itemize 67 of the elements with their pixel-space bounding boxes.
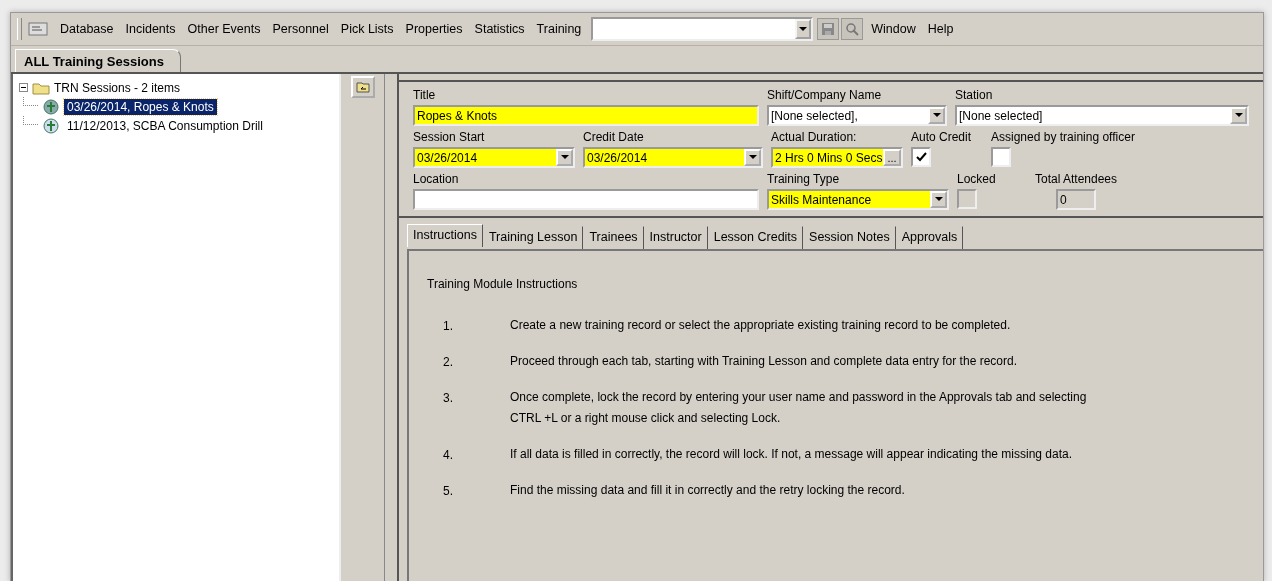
- splitter-bar[interactable]: [384, 74, 399, 581]
- form-icon[interactable]: [28, 22, 48, 36]
- tab[interactable]: Instructions: [407, 224, 483, 247]
- folder-icon: [32, 80, 50, 95]
- menu-item[interactable]: Help: [921, 22, 960, 36]
- step-text: Find the missing data and fill it in correctly and the retry locking the record.: [510, 482, 905, 499]
- field-label: Credit Date: [583, 130, 645, 145]
- field-label: Total Attendees: [1035, 172, 1118, 187]
- step-number: 4.: [443, 448, 455, 464]
- checkbox[interactable]: [911, 147, 931, 167]
- duration-field[interactable]: 2 Hrs 0 Mins 0 Secs ...: [771, 147, 903, 168]
- dropdown-field[interactable]: [None selected]: [955, 105, 1249, 126]
- field-label: Training Type: [767, 172, 841, 187]
- dropdown-arrow-icon: [934, 197, 943, 202]
- count-field: 0: [1056, 189, 1096, 210]
- input-field[interactable]: [413, 189, 759, 210]
- step-number: 5.: [443, 484, 455, 500]
- dropdown-arrow-icon: [1234, 113, 1243, 118]
- input-field[interactable]: Ropes & Knots: [413, 105, 759, 126]
- save-icon[interactable]: [817, 18, 840, 40]
- menu-item[interactable]: Other Events: [181, 22, 267, 36]
- step-text: Create a new training record or select the appropriate existing training record to be completed.: [510, 317, 1011, 334]
- dropdown-field[interactable]: [None selected],: [767, 105, 947, 126]
- field-label: Actual Duration:: [771, 130, 858, 145]
- dropdown-arrow-icon: [560, 155, 569, 160]
- field-label: Locked: [957, 172, 997, 187]
- menu-item[interactable]: Properties: [399, 22, 469, 36]
- field-label: Station: [955, 88, 994, 103]
- menu-item[interactable]: Personnel: [266, 22, 335, 36]
- menu-item[interactable]: Pick Lists: [334, 22, 400, 36]
- up-folder-button[interactable]: [350, 76, 375, 98]
- step-number: 1.: [443, 319, 455, 335]
- field-label: Shift/Company Name: [767, 88, 883, 103]
- collapse-icon[interactable]: [19, 83, 28, 92]
- field-label: Location: [413, 172, 460, 187]
- folder-up-icon: [355, 81, 370, 93]
- checkmark-icon: [915, 152, 927, 162]
- tree-label[interactable]: TRN Sessions - 2 items: [54, 80, 181, 95]
- dropdown-field[interactable]: 03/26/2014: [413, 147, 575, 168]
- step-text: Once complete, lock the record by entering your user name and password in the Approvals tab and selecting CTRL +L or a right mouse click and selecting Lock.: [510, 389, 1087, 427]
- step-text: If all data is filled in correctly, the record will lock. If not, a message will appear indicating the missing data.: [510, 446, 1073, 463]
- view-tab[interactable]: ALL Training Sessions: [15, 49, 181, 72]
- step-text: Proceed through each tab, starting with Training Lesson and complete data entry for the record.: [510, 353, 1017, 370]
- checkbox[interactable]: [991, 147, 1011, 167]
- dropdown-field[interactable]: Skills Maintenance: [767, 189, 949, 210]
- menu-item[interactable]: Statistics: [468, 22, 531, 36]
- menu-item[interactable]: Window: [865, 22, 922, 36]
- browse-button[interactable]: ...: [883, 149, 901, 166]
- dropdown-arrow-icon: [748, 155, 757, 160]
- step-number: 3.: [443, 391, 455, 407]
- instructions-heading: Training Module Instructions: [427, 277, 579, 291]
- step-number: 2.: [443, 355, 455, 371]
- menu-item[interactable]: Database: [54, 22, 120, 36]
- field-label: Assigned by training officer: [991, 130, 1136, 145]
- field-label: Auto Credit: [911, 130, 973, 145]
- menu-item[interactable]: Training: [530, 22, 588, 36]
- tree-item[interactable]: 03/26/2014, Ropes & Knots: [64, 98, 217, 115]
- tree-item[interactable]: 11/12/2013, SCBA Consumption Drill: [64, 117, 266, 134]
- dropdown-arrow-icon: [799, 26, 808, 32]
- field-label: Title: [413, 88, 437, 103]
- training-icon: [42, 117, 60, 134]
- search-combo[interactable]: [591, 17, 814, 41]
- dropdown-arrow-icon: [932, 113, 941, 118]
- training-icon: [42, 98, 60, 115]
- dropdown-field[interactable]: 03/26/2014: [583, 147, 763, 168]
- menu-item[interactable]: Incidents: [119, 22, 182, 36]
- field-label: Session Start: [413, 130, 486, 145]
